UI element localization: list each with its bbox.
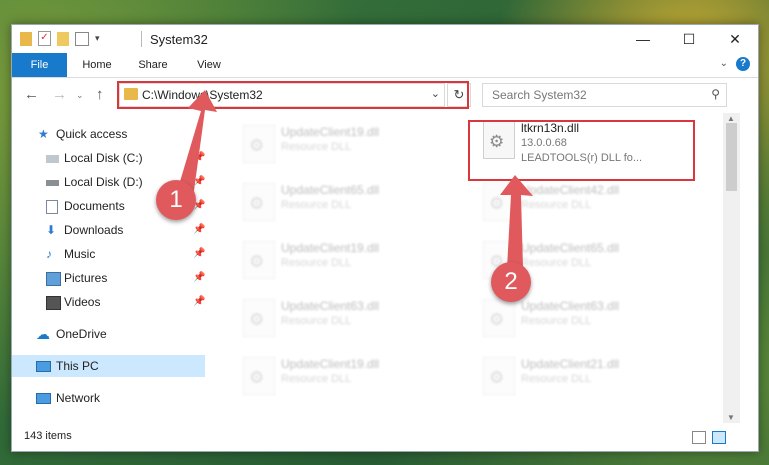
step-badge-1: 1 (156, 180, 196, 220)
annotation-arrows (176, 90, 533, 268)
arrow-to-file-icon (500, 175, 533, 268)
step-badge-2: 2 (491, 262, 531, 302)
